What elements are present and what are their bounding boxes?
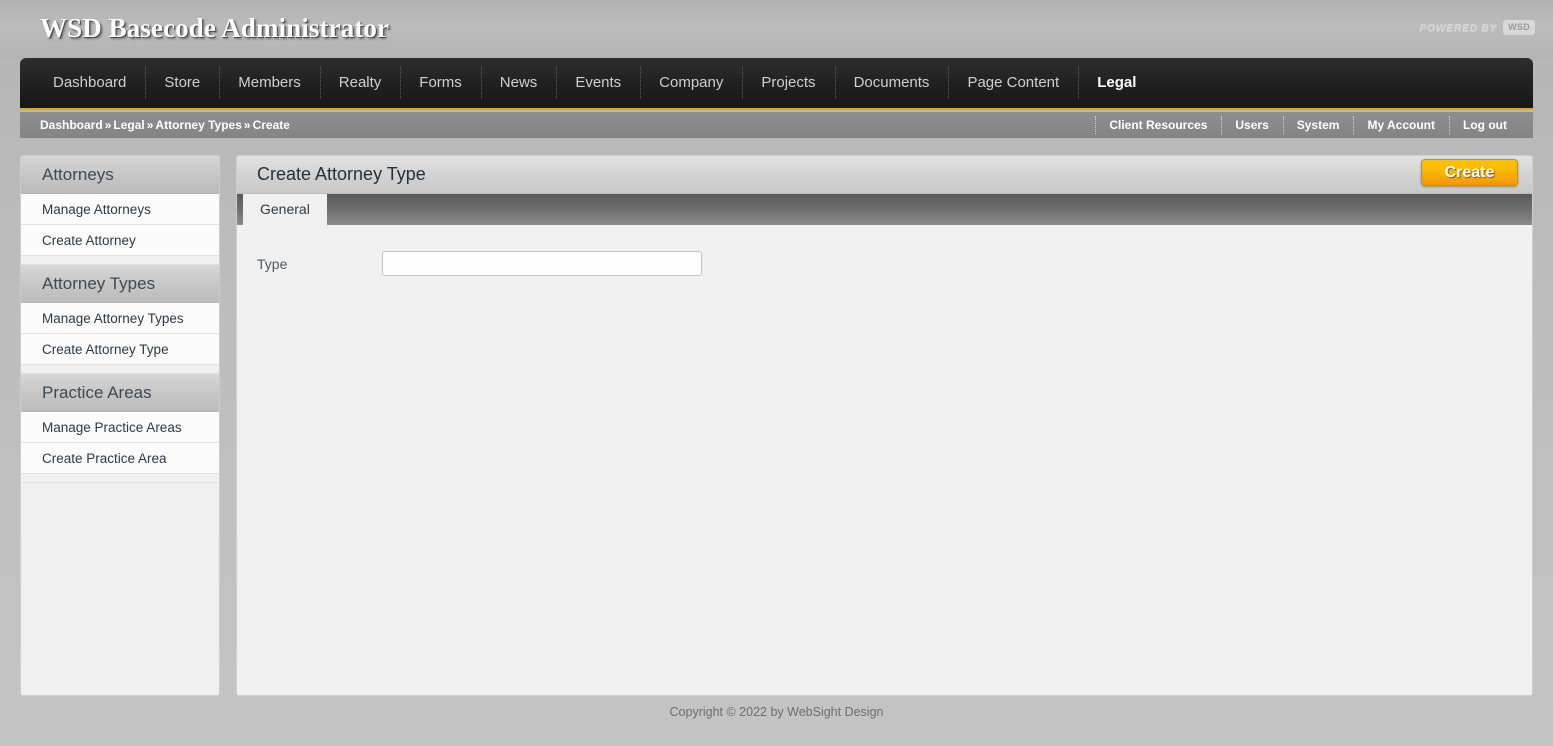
sidebar-group-title-attorneys: Attorneys (21, 156, 219, 194)
page-header: WSD Basecode Administrator POWERED BY WS… (0, 0, 1553, 58)
nav-item-page-content[interactable]: Page Content (948, 58, 1078, 108)
breadcrumb-separator: » (104, 118, 112, 132)
nav-item-forms[interactable]: Forms (400, 58, 481, 108)
footer: Copyright © 2022 by WebSight Design (669, 705, 884, 719)
sidebar-group-spacer (21, 474, 219, 483)
wsd-logo: WSD (1503, 20, 1535, 35)
sidebar: Attorneys Manage Attorneys Create Attorney… (20, 155, 220, 696)
user-link-system[interactable]: System (1282, 112, 1354, 138)
tab-bar: General (237, 194, 1532, 225)
sidebar-item-manage-practice-areas[interactable]: Manage Practice Areas (21, 412, 219, 443)
create-button[interactable]: Create (1421, 159, 1518, 186)
user-link-users[interactable]: Users (1221, 112, 1282, 138)
user-link-my-account[interactable]: My Account (1353, 112, 1449, 138)
sidebar-group-spacer (21, 365, 219, 374)
sidebar-item-create-practice-area[interactable]: Create Practice Area (21, 443, 219, 474)
breadcrumb-separator: » (146, 118, 154, 132)
sidebar-group-title-practice-areas: Practice Areas (21, 374, 219, 412)
breadcrumb-item-create: Create (252, 118, 290, 132)
nav-item-events[interactable]: Events (556, 58, 640, 108)
nav-item-store[interactable]: Store (145, 58, 219, 108)
user-link-log-out[interactable]: Log out (1449, 112, 1521, 138)
nav-item-dashboard[interactable]: Dashboard (34, 58, 145, 108)
sidebar-group-spacer (21, 256, 219, 265)
breadcrumb-item-attorney-types[interactable]: Attorney Types (155, 118, 241, 132)
main-navigation: Dashboard Store Members Realty Forms News Even… (20, 58, 1533, 110)
sidebar-item-manage-attorney-types[interactable]: Manage Attorney Types (21, 303, 219, 334)
nav-item-realty[interactable]: Realty (319, 58, 401, 108)
nav-item-legal[interactable]: Legal (1078, 58, 1155, 108)
nav-item-documents[interactable]: Documents (834, 58, 949, 108)
breadcrumb-item-legal[interactable]: Legal (113, 118, 144, 132)
breadcrumb: Dashboard» Legal» Attorney Types» Create (20, 118, 290, 132)
sidebar-item-manage-attorneys[interactable]: Manage Attorneys (21, 194, 219, 225)
sidebar-item-create-attorney-type[interactable]: Create Attorney Type (21, 334, 219, 365)
sidebar-group-title-attorney-types: Attorney Types (21, 265, 219, 303)
type-field-label: Type (257, 255, 288, 272)
user-links: Client Resources Users System My Account Log… (1095, 112, 1533, 138)
breadcrumb-item-dashboard[interactable]: Dashboard (40, 118, 103, 132)
powered-by-badge: POWERED BY WSD (1419, 20, 1535, 35)
powered-by-label: POWERED BY (1419, 21, 1498, 34)
page-title: Create Attorney Type (257, 164, 426, 184)
app-title: WSD Basecode Administrator (40, 13, 390, 43)
content-panel: Create Attorney Type Create General Type (236, 155, 1533, 696)
type-input[interactable] (382, 251, 702, 276)
nav-item-news[interactable]: News (480, 58, 557, 108)
nav-item-projects[interactable]: Projects (742, 58, 834, 108)
user-link-client-resources[interactable]: Client Resources (1095, 112, 1221, 138)
breadcrumb-bar: Dashboard» Legal» Attorney Types» Create Cl… (20, 112, 1533, 138)
form-row-type: Type (237, 251, 702, 276)
form-area: Type (237, 225, 1532, 695)
content-header: Create Attorney Type Create (237, 156, 1532, 194)
nav-item-members[interactable]: Members (219, 58, 320, 108)
sidebar-item-create-attorney[interactable]: Create Attorney (21, 225, 219, 256)
nav-item-company[interactable]: Company (640, 58, 742, 108)
breadcrumb-separator: » (243, 118, 251, 132)
tab-general[interactable]: General (243, 194, 327, 225)
